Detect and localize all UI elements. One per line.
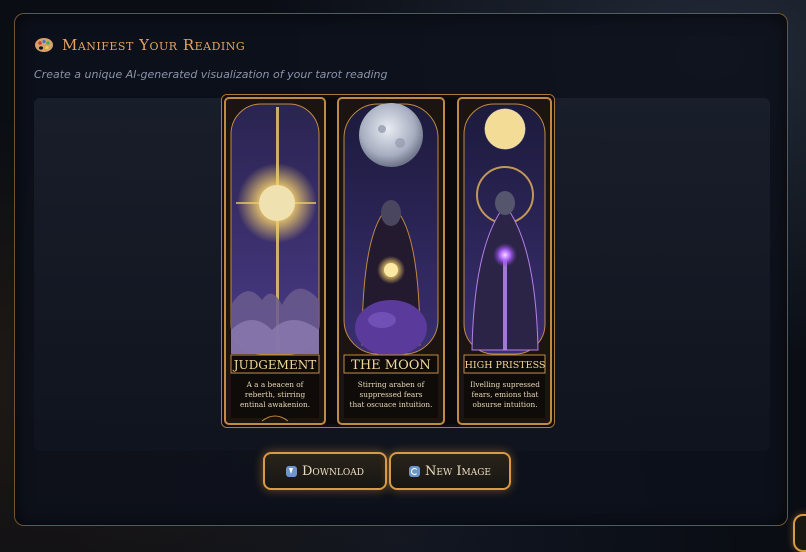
generated-tarot-image: JUDGEMENT A a a beacen of reberth, stirr…: [221, 94, 555, 428]
palette-icon: [35, 38, 53, 52]
card-line: obsurse intuition.: [472, 400, 537, 409]
card-line: Ilvelling supressed: [470, 380, 540, 389]
action-buttons: Download New Image: [263, 452, 511, 490]
download-icon: [286, 465, 297, 477]
card-line: Stirring araben of: [358, 380, 426, 389]
card-judgement: JUDGEMENT A a a beacen of reberth, stirr…: [224, 97, 326, 425]
new-image-button[interactable]: New Image: [389, 452, 511, 490]
card-line: fears, emions that: [472, 390, 539, 399]
panel-header: Manifest Your Reading: [34, 36, 245, 54]
panel-subtitle: Create a unique AI-generated visualizati…: [34, 68, 388, 81]
new-image-label: New Image: [425, 463, 491, 479]
page: Manifest Your Reading Create a unique AI…: [0, 0, 806, 552]
card-divider: [445, 98, 457, 424]
download-button[interactable]: Download: [263, 452, 387, 490]
refresh-icon: [409, 465, 421, 477]
card-line: suppressed fears: [360, 390, 423, 399]
card-the-moon: THE MOON Stirring araben of suppressed f…: [337, 97, 445, 425]
card-title-judgement: JUDGEMENT: [232, 358, 316, 372]
corner-action-button[interactable]: [793, 514, 806, 552]
card-title-the-moon: THE MOON: [351, 358, 431, 373]
card-divider: [326, 98, 337, 424]
card-line: reberth, stirring: [245, 390, 306, 399]
download-label: Download: [302, 463, 364, 479]
card-high-priestess: HIGH PRISTESS Ilvelling supressed fears,…: [457, 97, 552, 425]
card-line: A a a beacen of: [246, 380, 305, 389]
panel-title: Manifest Your Reading: [62, 36, 246, 54]
card-line: that oscuace intuition.: [350, 400, 433, 409]
card-title-high-priestess: HIGH PRISTESS: [465, 360, 546, 371]
card-line: entinal awakenion.: [240, 400, 310, 409]
